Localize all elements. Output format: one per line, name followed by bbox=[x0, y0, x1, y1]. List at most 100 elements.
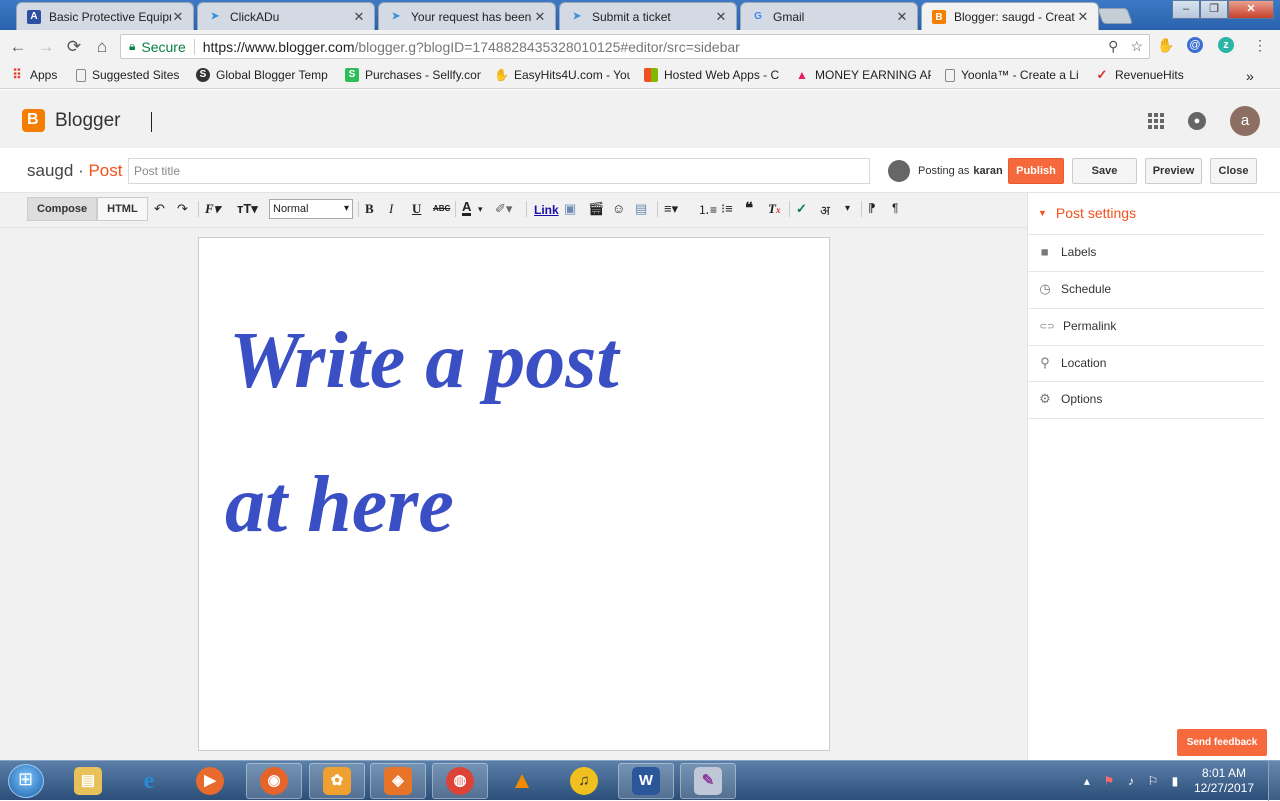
taskbar-explorer[interactable]: ▤ bbox=[60, 763, 116, 799]
tab-your-request[interactable]: ➤ Your request has been ✕ bbox=[378, 2, 556, 30]
jump-break-icon[interactable]: ▤ bbox=[635, 201, 647, 217]
strikethrough-icon[interactable]: ABC bbox=[433, 204, 450, 213]
volume-icon[interactable]: ♪ bbox=[1120, 774, 1142, 788]
italic-icon[interactable]: I bbox=[389, 201, 393, 217]
blogger-logo-icon[interactable] bbox=[22, 109, 45, 132]
network-signal-icon[interactable]: ▮ bbox=[1164, 774, 1186, 788]
tab-clickadu[interactable]: ➤ ClickADu ✕ bbox=[197, 2, 375, 30]
bookmark-easyhits[interactable]: ✋ EasyHits4U.com - You bbox=[494, 68, 630, 82]
blockquote-icon[interactable]: ❝ bbox=[745, 199, 753, 217]
back-arrow-icon[interactable]: ← bbox=[4, 37, 32, 57]
action-center-flag-icon[interactable]: ⚑ bbox=[1098, 774, 1120, 788]
taskbar-uc-browser[interactable]: ✿ bbox=[309, 763, 365, 799]
highlight-color-icon[interactable]: ✐▾ bbox=[495, 201, 512, 217]
undo-icon[interactable]: ↶ bbox=[154, 201, 165, 217]
chrome-menu-icon[interactable]: ⋮ bbox=[1250, 35, 1270, 55]
account-avatar[interactable]: a bbox=[1230, 106, 1260, 136]
setting-location[interactable]: ⚲ Location bbox=[1038, 356, 1106, 371]
taskbar-vlc[interactable]: ▲ bbox=[494, 763, 550, 799]
taskbar-chrome[interactable]: ◍ bbox=[432, 763, 488, 799]
reload-icon[interactable]: ⟳ bbox=[60, 37, 88, 57]
home-icon[interactable]: ⌂ bbox=[88, 37, 116, 57]
preview-button[interactable]: Preview bbox=[1145, 158, 1202, 184]
ltr-direction-icon[interactable]: ⁋ bbox=[868, 201, 876, 215]
taskbar-media-player[interactable]: ▶ bbox=[182, 763, 238, 799]
bookmark-yoonla[interactable]: Yoonla™ - Create a Li bbox=[945, 68, 1081, 82]
post-settings-toggle[interactable]: ▼ Post settings bbox=[1038, 205, 1136, 221]
font-family-icon[interactable]: F▾ bbox=[205, 201, 220, 217]
paragraph-format-select[interactable]: Normal bbox=[269, 199, 353, 219]
input-tools-icon[interactable]: अ bbox=[820, 201, 830, 219]
show-hidden-icons[interactable]: ▴ bbox=[1076, 774, 1098, 788]
show-desktop-button[interactable] bbox=[1268, 761, 1280, 801]
taskbar-firefox[interactable]: ◉ bbox=[246, 763, 302, 799]
setting-labels[interactable]: ⬥ Labels bbox=[1037, 243, 1097, 260]
start-button[interactable] bbox=[8, 764, 44, 798]
bookmark-suggested-sites[interactable]: Suggested Sites bbox=[76, 68, 184, 82]
tab-blogger[interactable]: B Blogger: saugd - Creat ✕ bbox=[921, 2, 1099, 31]
post-body-editor[interactable]: Write a post at here bbox=[198, 237, 830, 751]
numbered-list-icon[interactable]: ⒈≡ bbox=[698, 201, 717, 218]
redo-icon[interactable]: ↷ bbox=[177, 201, 188, 217]
tab-close-icon[interactable]: ✕ bbox=[352, 9, 366, 25]
publish-button[interactable]: Publish bbox=[1008, 158, 1064, 184]
text-color-icon[interactable]: A bbox=[462, 200, 472, 216]
search-icon[interactable]: ⚲ bbox=[1108, 38, 1118, 55]
tab-close-icon[interactable]: ✕ bbox=[714, 9, 728, 25]
maximize-button[interactable]: ❐ bbox=[1200, 0, 1228, 19]
close-button[interactable]: Close bbox=[1210, 158, 1257, 184]
taskbar-paint[interactable]: ✎ bbox=[680, 763, 736, 799]
flag-icon[interactable]: ⚐ bbox=[1142, 774, 1164, 788]
taskbar-internet-explorer[interactable]: e bbox=[121, 763, 177, 799]
text-color-dropdown-icon[interactable]: ▾ bbox=[478, 204, 483, 215]
spellcheck-icon[interactable]: ✓ bbox=[796, 201, 807, 217]
tab-gmail[interactable]: G Gmail ✕ bbox=[740, 2, 918, 30]
window-close-button[interactable]: ✕ bbox=[1228, 0, 1274, 19]
remove-formatting-icon[interactable]: Tx bbox=[768, 201, 780, 217]
setting-permalink[interactable]: ⊂⊃ Permalink bbox=[1038, 319, 1116, 333]
bookmarks-overflow-icon[interactable]: » bbox=[1246, 68, 1254, 84]
setting-schedule[interactable]: ◷ Schedule bbox=[1038, 282, 1111, 297]
tab-close-icon[interactable]: ✕ bbox=[171, 9, 185, 25]
insert-emoji-icon[interactable]: ☺ bbox=[612, 201, 625, 216]
bookmark-apps[interactable]: ⠿ Apps bbox=[10, 68, 57, 82]
address-bar[interactable]: 🔒︎ Secure https://www.blogger.com /blogg… bbox=[120, 34, 1150, 59]
extension-at-icon[interactable]: @ bbox=[1187, 37, 1203, 53]
blog-name[interactable]: saugd bbox=[27, 161, 73, 180]
tab-submit-ticket[interactable]: ➤ Submit a ticket ✕ bbox=[559, 2, 737, 30]
save-button[interactable]: Save bbox=[1072, 158, 1137, 184]
bold-icon[interactable]: B bbox=[365, 201, 374, 217]
google-apps-icon[interactable] bbox=[1148, 113, 1164, 129]
input-tools-dropdown-icon[interactable]: ▾ bbox=[845, 203, 850, 214]
insert-image-icon[interactable]: ▣ bbox=[564, 201, 576, 217]
underline-icon[interactable]: U bbox=[412, 201, 421, 217]
taskbar-app[interactable]: ◈ bbox=[370, 763, 426, 799]
system-clock[interactable]: 8:01 AM 12/27/2017 bbox=[1194, 766, 1254, 796]
font-size-icon[interactable]: тT▾ bbox=[237, 201, 258, 217]
post-title-input[interactable] bbox=[128, 158, 870, 184]
bookmark-global-blogger[interactable]: S Global Blogger Temp bbox=[196, 68, 332, 82]
html-mode-tab[interactable]: HTML bbox=[97, 197, 148, 221]
forward-arrow-icon[interactable]: → bbox=[32, 37, 60, 57]
taskbar-audio-app[interactable]: ♫ bbox=[556, 763, 612, 799]
insert-video-icon[interactable]: 🎬︎ bbox=[588, 201, 605, 217]
bullet-list-icon[interactable]: ⁝≡ bbox=[721, 201, 733, 217]
compose-mode-tab[interactable]: Compose bbox=[27, 197, 98, 221]
tab-close-icon[interactable]: ✕ bbox=[533, 9, 547, 25]
taskbar-word[interactable]: W bbox=[618, 763, 674, 799]
tab-close-icon[interactable]: ✕ bbox=[1076, 9, 1090, 25]
extension-hand-icon[interactable]: ✋ bbox=[1156, 35, 1176, 55]
bookmark-star-icon[interactable]: ☆ bbox=[1130, 38, 1143, 55]
link-button[interactable]: Link bbox=[534, 203, 559, 217]
extension-z-icon[interactable]: z bbox=[1218, 37, 1234, 53]
bookmark-sellfy[interactable]: S Purchases - Sellfy.con bbox=[345, 68, 481, 82]
notifications-bell-icon[interactable]: ● bbox=[1188, 112, 1206, 130]
setting-options[interactable]: ⚙ Options bbox=[1038, 392, 1102, 407]
minimize-button[interactable]: – bbox=[1172, 0, 1200, 19]
bookmark-hosted-web-apps[interactable]: Hosted Web Apps - C bbox=[644, 68, 782, 82]
bookmark-money-earning[interactable]: ▲ MONEY EARNING AP bbox=[795, 68, 931, 82]
align-icon[interactable]: ≡▾ bbox=[664, 201, 678, 217]
tab-close-icon[interactable]: ✕ bbox=[895, 9, 909, 25]
send-feedback-button[interactable]: Send feedback bbox=[1177, 729, 1267, 756]
tab-basic-protective[interactable]: A Basic Protective Equipm ✕ bbox=[16, 2, 194, 30]
